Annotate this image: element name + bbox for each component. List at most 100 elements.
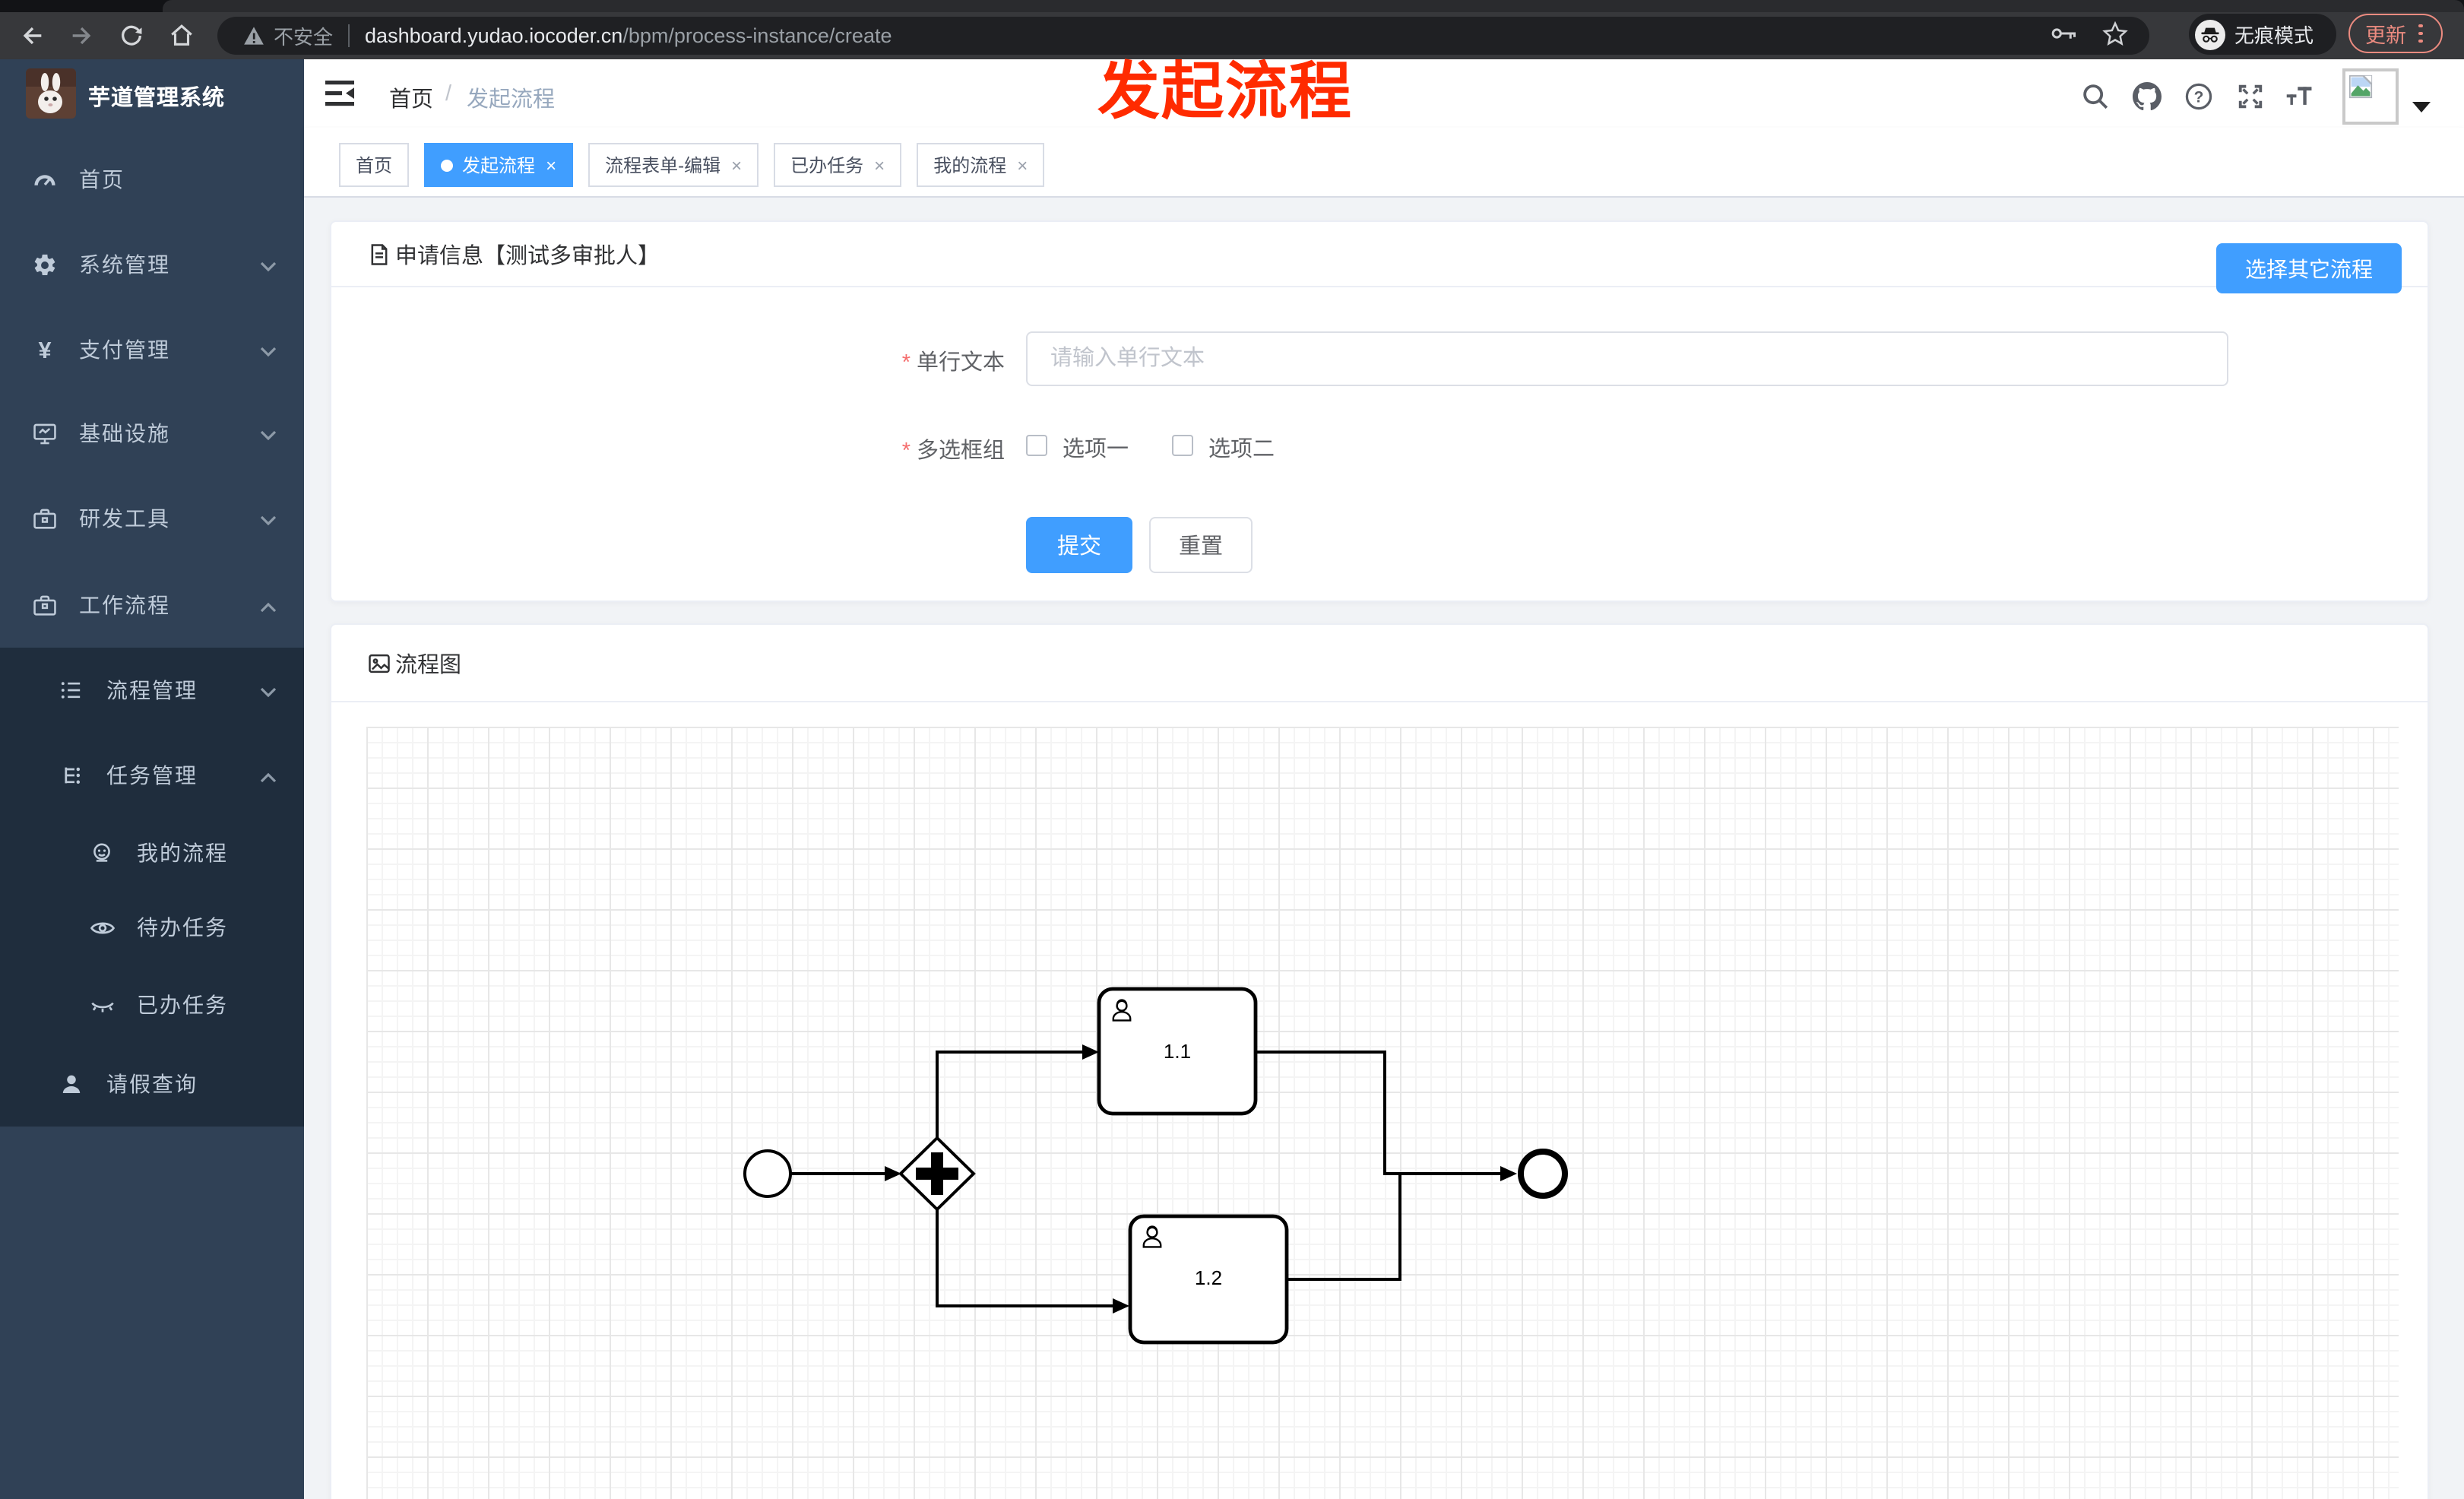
sidebar-item-payment[interactable]: ¥ 支付管理 (0, 307, 304, 392)
tag-my-process[interactable]: 我的流程 × (917, 143, 1045, 187)
checkbox-option1[interactable] (1026, 435, 1047, 456)
submit-button[interactable]: 提交 (1026, 517, 1132, 573)
bpmn-diagram: 1.1 1.2 (743, 987, 1568, 1345)
omnibox-separator (348, 24, 350, 47)
flow-diagram-card: 流程图 1.1 1.2 (330, 623, 2429, 1499)
sidebar-item-devtools[interactable]: 研发工具 (0, 476, 304, 561)
bpmn-canvas[interactable]: 1.1 1.2 (366, 727, 2399, 1499)
chevron-down-icon (260, 421, 277, 445)
close-icon[interactable]: × (731, 156, 742, 174)
github-icon[interactable] (2131, 81, 2162, 111)
svg-text:?: ? (2193, 88, 2203, 106)
sidebar-fold-icon[interactable] (325, 81, 356, 106)
required-asterisk: * (901, 351, 911, 376)
sidebar-item-todo-tasks[interactable]: 待办任务 (0, 888, 304, 967)
screen: 不安全 dashboard.yudao.iocoder.cn/bpm/proce… (0, 0, 2464, 1499)
checkbox-option2-label[interactable]: 选项二 (1208, 432, 1275, 464)
browser-menu-icon[interactable] (2418, 24, 2423, 43)
url-domain: dashboard.yudao.iocoder.cn (365, 24, 623, 47)
briefcase-icon (30, 591, 58, 619)
bpmn-start-event[interactable] (743, 1149, 792, 1198)
browser-home-button[interactable] (161, 12, 201, 59)
close-icon[interactable]: × (874, 156, 885, 174)
sidebar-item-done-tasks[interactable]: 已办任务 (0, 965, 304, 1044)
security-warning-icon[interactable] (243, 26, 264, 46)
flow-diagram-card-header: 流程图 (331, 625, 2428, 702)
task-label: 1.1 (1164, 1040, 1191, 1063)
update-label[interactable]: 更新 (2365, 18, 2406, 49)
text-field-label: * 单行文本 (901, 351, 1005, 376)
app-logo (26, 68, 76, 119)
avatar[interactable] (2342, 68, 2399, 125)
tag-home[interactable]: 首页 (339, 143, 410, 187)
font-size-icon[interactable] (2285, 81, 2315, 111)
single-line-text-input[interactable] (1026, 331, 2228, 386)
list-icon (58, 677, 85, 704)
password-key-icon[interactable] (2051, 23, 2078, 49)
chevron-down-icon (260, 338, 277, 362)
tags-view-bar: 首页 发起流程 × 流程表单-编辑 × 已办任务 × 我的流程 × (304, 128, 2464, 198)
apply-info-card-header: 申请信息【测试多审批人】 (331, 222, 2428, 287)
select-other-process-button[interactable]: 选择其它流程 (2216, 243, 2402, 293)
chevron-up-icon (260, 763, 277, 788)
sidebar-item-process-management[interactable]: 流程管理 (0, 648, 304, 733)
browser-tab[interactable] (163, 0, 2464, 12)
apply-info-card: 申请信息【测试多审批人】 选择其它流程 *单行文本 *多选框组 选项一 选项二 … (330, 220, 2429, 602)
bpmn-sequence-flow (1256, 1051, 1500, 1175)
app-title[interactable]: 芋道管理系统 (88, 81, 225, 113)
fullscreen-icon[interactable] (2234, 81, 2265, 111)
url-path: /bpm/process-instance/create (622, 24, 892, 47)
breadcrumb-home[interactable]: 首页 (389, 82, 433, 114)
main-content: 申请信息【测试多审批人】 选择其它流程 *单行文本 *多选框组 选项一 选项二 … (304, 198, 2464, 1499)
breadcrumb-current: 发起流程 (467, 88, 555, 113)
incognito-icon (2195, 19, 2225, 49)
chevron-down-icon (260, 678, 277, 702)
sidebar-item-task-management[interactable]: 任务管理 (0, 733, 304, 818)
bpmn-sequence-flow (1287, 1175, 1401, 1281)
card-title: 申请信息【测试多审批人】 (395, 244, 660, 268)
checkbox-option2[interactable] (1172, 435, 1193, 456)
tag-done-tasks[interactable]: 已办任务 × (774, 143, 902, 187)
broken-image-icon (2348, 74, 2373, 99)
browser-reload-button[interactable] (111, 12, 150, 59)
avatar-dropdown-caret[interactable] (2412, 102, 2431, 113)
sidebar-item-system[interactable]: 系统管理 (0, 222, 304, 307)
browser-tabstrip (0, 0, 2464, 12)
close-icon[interactable]: × (546, 156, 556, 174)
checkbox-group-label: * 多选框组 (901, 439, 1005, 464)
browser-forward-button[interactable] (61, 12, 100, 59)
search-icon[interactable] (2079, 81, 2110, 111)
user-icon (58, 1070, 85, 1098)
help-icon[interactable]: ? (2183, 81, 2213, 111)
sidebar-item-workflow[interactable]: 工作流程 (0, 563, 304, 648)
robot-icon (88, 839, 116, 867)
gear-icon (30, 251, 58, 278)
sidebar-item-my-process[interactable]: 我的流程 (0, 813, 304, 892)
browser-update-button[interactable]: 更新 (2348, 14, 2443, 53)
tag-create-process[interactable]: 发起流程 × (424, 143, 574, 187)
chevron-down-icon (260, 506, 277, 531)
card-title: 流程图 (395, 653, 461, 677)
close-icon[interactable]: × (1017, 156, 1028, 174)
bpmn-end-event[interactable] (1518, 1149, 1568, 1199)
incognito-badge: 无痕模式 (2189, 14, 2336, 55)
checkbox-option1-label[interactable]: 选项一 (1063, 432, 1129, 464)
active-dot (441, 159, 454, 171)
breadcrumb-separator: / (445, 82, 452, 106)
tag-form-edit[interactable]: 流程表单-编辑 × (588, 143, 759, 187)
sidebar-item-leave-query[interactable]: 请假查询 (0, 1041, 304, 1127)
task-label: 1.2 (1195, 1266, 1222, 1289)
reset-button[interactable]: 重置 (1149, 517, 1253, 573)
chevron-down-icon (260, 252, 277, 277)
image-icon (369, 653, 390, 673)
bookmark-star-icon[interactable] (2102, 21, 2128, 50)
document-icon (371, 243, 388, 265)
sidebar-item-home[interactable]: 首页 (0, 137, 304, 222)
eye-closed-icon (88, 991, 116, 1019)
toolbox-icon (30, 505, 58, 532)
gateway-plus-icon (931, 1152, 943, 1195)
sidebar-item-infrastructure[interactable]: 基础设施 (0, 391, 304, 476)
annotation-title: 发起流程 (1097, 56, 1353, 126)
browser-back-button[interactable] (12, 12, 52, 59)
security-label[interactable]: 不安全 (274, 21, 333, 50)
